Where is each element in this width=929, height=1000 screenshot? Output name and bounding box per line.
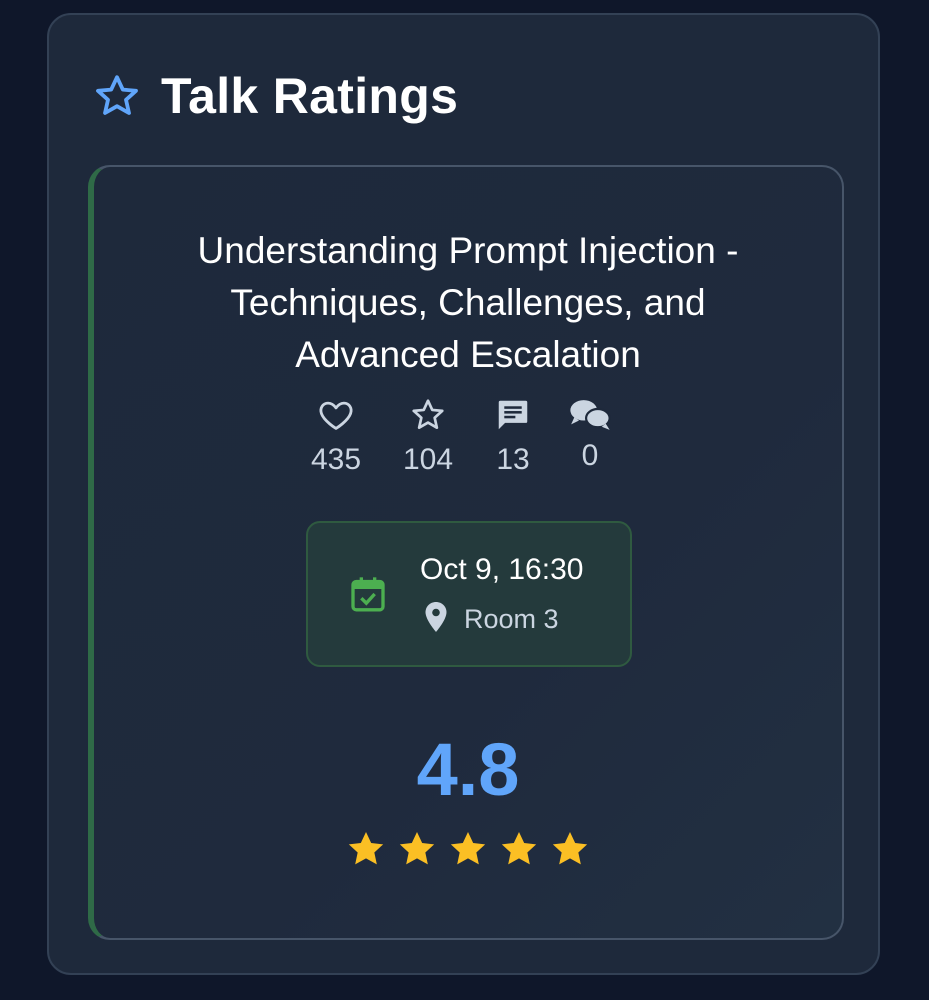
talk-datetime: Oct 9, 16:30 (420, 553, 584, 586)
talk-card[interactable]: Understanding Prompt Injection - Techniq… (88, 165, 844, 940)
likes-stat[interactable]: 435 (296, 395, 376, 477)
talk-location: Room 3 (424, 601, 559, 638)
talk-title-line: Understanding Prompt Injection - (197, 230, 739, 271)
comments-count: 13 (496, 443, 530, 476)
calendar-check-icon (348, 573, 388, 620)
rating-star-icon (501, 832, 537, 865)
comments-stat[interactable]: 13 (473, 395, 553, 477)
room-label: Room 3 (464, 604, 559, 634)
talk-ratings-panel: Talk Ratings Understanding Prompt Inject… (47, 13, 880, 975)
comment-icon (473, 395, 553, 435)
rating-star-icon (552, 832, 588, 865)
star-outline-icon (93, 72, 141, 120)
favorites-count: 104 (402, 443, 454, 476)
rating-stars (94, 829, 842, 869)
talk-title: Understanding Prompt Injection - Techniq… (134, 225, 802, 381)
star-icon (388, 395, 468, 435)
favorites-stat[interactable]: 104 (388, 395, 468, 477)
rating-star-icon (348, 832, 384, 865)
panel-header: Talk Ratings (93, 67, 458, 125)
heart-icon (296, 395, 376, 435)
location-pin-icon (424, 601, 448, 638)
rating-star-icon (399, 832, 435, 865)
talk-title-line: Advanced Escalation (295, 334, 641, 375)
schedule-box: Oct 9, 16:30 Room 3 (306, 521, 632, 667)
panel-title: Talk Ratings (161, 68, 459, 124)
chat-bubbles-icon (550, 395, 630, 435)
rating-star-icon (450, 832, 486, 865)
discussions-stat[interactable]: 0 (550, 395, 630, 473)
talk-stats: 435 104 13 0 (304, 395, 634, 485)
rating-value: 4.8 (416, 728, 520, 811)
talk-title-line: Techniques, Challenges, and (230, 282, 706, 323)
likes-count: 435 (310, 443, 362, 476)
discussions-count: 0 (581, 439, 599, 472)
